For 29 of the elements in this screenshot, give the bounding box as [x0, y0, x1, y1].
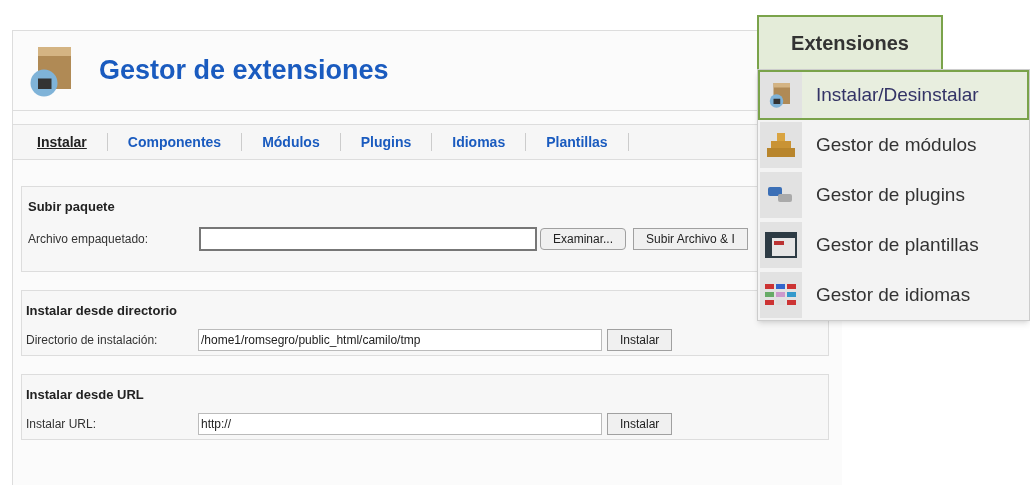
install-button[interactable]: Instalar	[607, 412, 673, 435]
template-window-icon	[765, 232, 797, 258]
upload-button[interactable]: Subir Archivo & I	[633, 227, 748, 250]
section-heading: Instalar desde directorio	[26, 302, 178, 320]
field-label: Directorio de instalación:	[26, 331, 159, 349]
section-heading: Instalar desde URL	[26, 386, 145, 404]
menu-item[interactable]: Gestor de idiomas	[758, 270, 1029, 320]
install-button[interactable]: Instalar	[607, 328, 673, 351]
flags-icon	[765, 284, 797, 306]
menu-item[interactable]: Gestor de plugins	[758, 170, 1029, 220]
menu-item[interactable]: Instalar/Desinstalar	[758, 70, 1029, 120]
menu-title-tab[interactable]: Extensiones	[757, 15, 943, 69]
directory-field[interactable]: /home1/romsegro/public_html/camilo/tmp	[198, 328, 602, 351]
menu-item[interactable]: Gestor de módulos	[758, 120, 1029, 170]
file-field[interactable]	[199, 226, 537, 251]
field-label: Archivo empaquetado:	[28, 230, 150, 248]
tab[interactable]: Idiomas	[442, 131, 516, 153]
url-field[interactable]: http://	[198, 412, 602, 435]
menu-item[interactable]: Gestor de plantillas	[758, 220, 1029, 270]
tab[interactable]: Plugins	[350, 131, 422, 153]
field-label: Instalar URL:	[26, 415, 98, 433]
tab[interactable]: Plantillas	[536, 131, 618, 153]
page-title: Gestor de extensiones	[99, 54, 389, 88]
tab[interactable]: Instalar	[27, 131, 97, 153]
tab[interactable]: Componentes	[117, 131, 232, 153]
section-heading: Subir paquete	[28, 198, 116, 216]
tab[interactable]: Módulos	[252, 131, 330, 153]
browse-button[interactable]: Examinar...	[540, 227, 627, 250]
stacked-blocks-icon	[767, 133, 795, 157]
